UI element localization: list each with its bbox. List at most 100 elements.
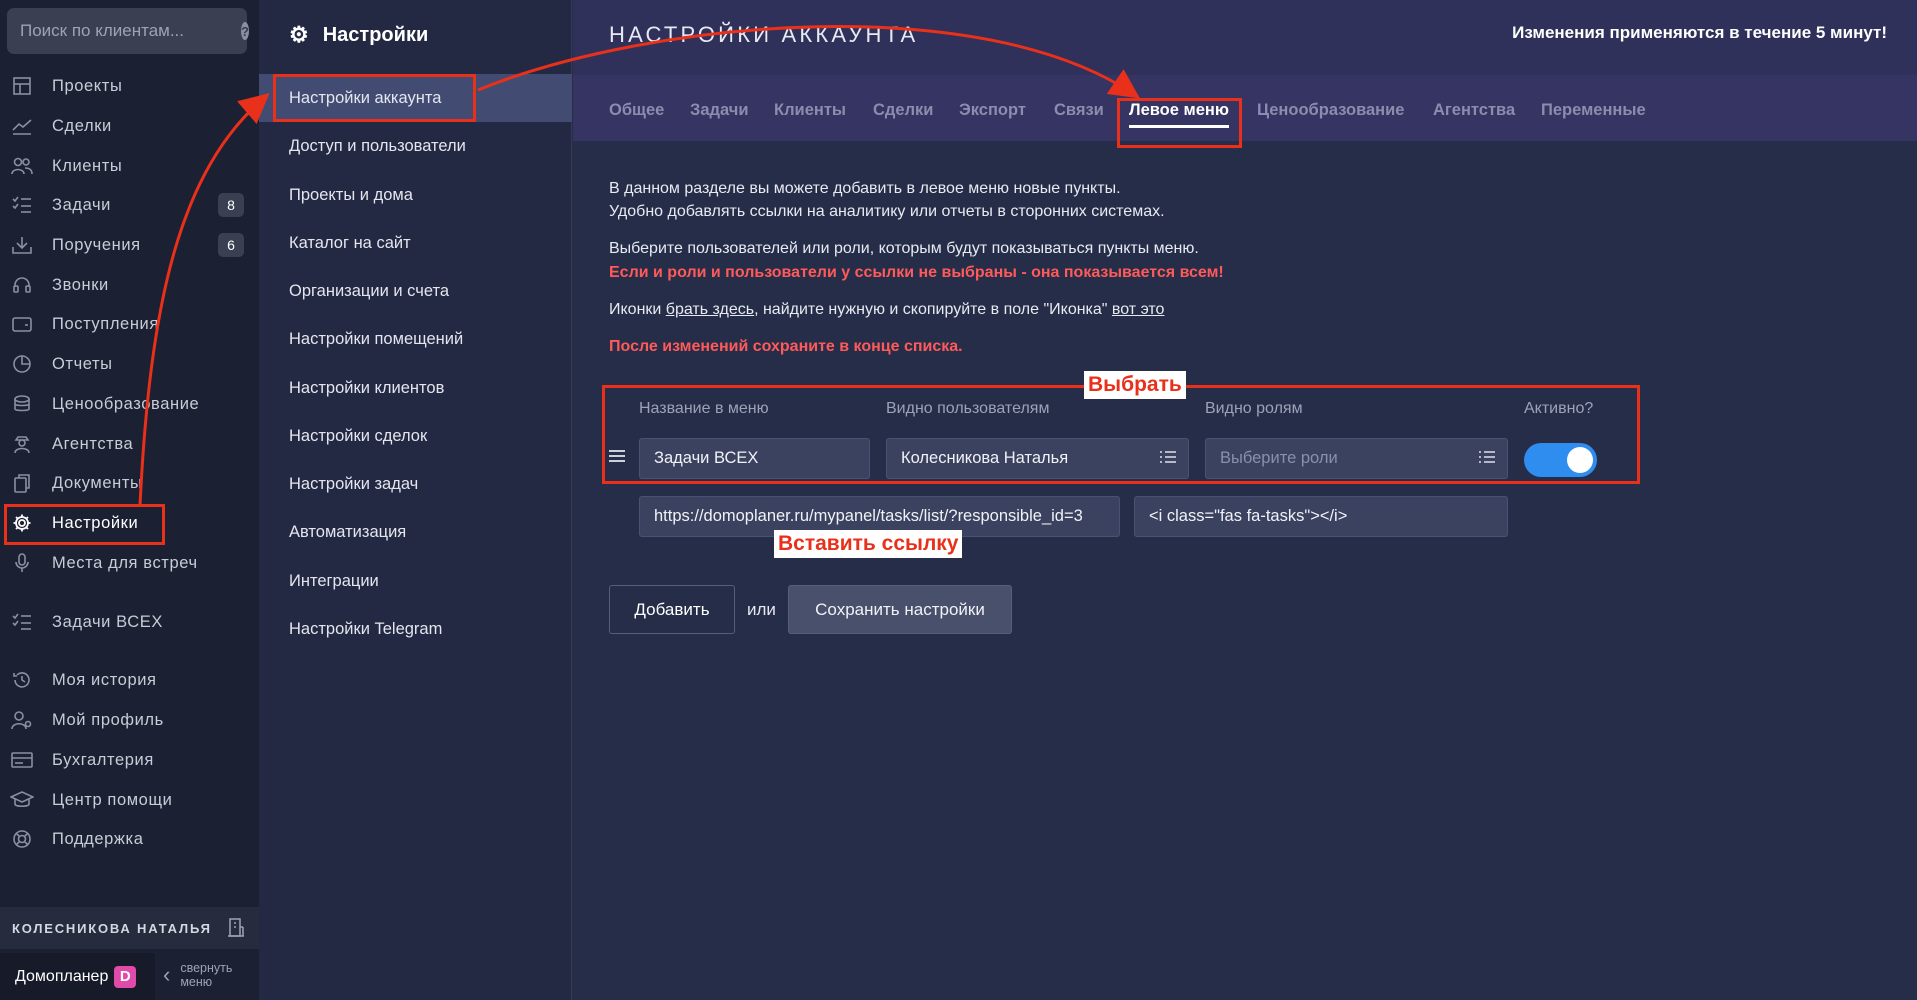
intro-text: Удобно добавлять ссылки на аналитику или…: [609, 203, 1165, 220]
main-content: НАСТРОЙКИ АККАУНТА Изменения применяются…: [573, 0, 1917, 1000]
nav-item-agencies[interactable]: Агентства: [0, 426, 259, 462]
nav-label: Поручения: [52, 235, 141, 254]
graduation-cap-icon: [10, 788, 34, 812]
tab-clients[interactable]: Клиенты: [774, 101, 846, 120]
nav-item-history[interactable]: Моя история: [0, 662, 259, 698]
user-name: КОЛЕСНИКОВА НАТАЛЬЯ: [12, 920, 212, 936]
tab-agencies[interactable]: Агентства: [1433, 101, 1515, 120]
settings-tabs: Общее Задачи Клиенты Сделки Экспорт Связ…: [573, 75, 1917, 141]
intro-text: Выберите пользователей или роли, которым…: [609, 240, 1199, 257]
nav-item-clients[interactable]: Клиенты: [0, 148, 259, 184]
nav-label: Мой профиль: [52, 710, 164, 729]
column-header-active: Активно?: [1524, 400, 1594, 417]
roles-select[interactable]: Выберите роли: [1205, 438, 1508, 479]
settings-header: ⚙ Настройки: [289, 22, 428, 48]
icons-source-link[interactable]: брать здесь: [666, 301, 754, 318]
nav-item-accounting[interactable]: Бухгалтерия: [0, 742, 259, 778]
nav-item-projects[interactable]: Проекты: [0, 68, 259, 104]
column-header-roles: Видно ролям: [1205, 400, 1303, 417]
nav-item-pricing[interactable]: Ценообразование: [0, 386, 259, 422]
nav-item-deals[interactable]: Сделки: [0, 108, 259, 144]
agent-icon: [10, 432, 34, 456]
profile-icon: [10, 708, 34, 732]
save-warning: После изменений сохраните в конце списка…: [609, 338, 963, 355]
nav-item-tasks[interactable]: Задачи 8: [0, 187, 259, 223]
settings-item-telegram[interactable]: Настройки Telegram: [259, 605, 572, 653]
users-select[interactable]: Колесникова Наталья: [886, 438, 1189, 479]
apply-notice: Изменения применяются в течение 5 минут!: [1512, 23, 1887, 42]
tab-variables[interactable]: Переменные: [1541, 101, 1646, 120]
icons-hint: Иконки брать здесь, найдите нужную и ско…: [609, 301, 1164, 319]
nav-label: Ценообразование: [52, 394, 200, 413]
icons-hint-text: , найдите нужную и скопируйте в поле "Ик…: [754, 301, 1112, 318]
building-icon[interactable]: [227, 917, 245, 942]
save-settings-button[interactable]: Сохранить настройки: [788, 585, 1012, 634]
menu-url-input[interactable]: https://domoplaner.ru/mypanel/tasks/list…: [639, 496, 1120, 537]
search-input[interactable]: [20, 21, 241, 41]
list-icon: [1160, 450, 1176, 469]
drag-handle-icon[interactable]: [609, 449, 625, 468]
icons-example-link[interactable]: вот это: [1112, 301, 1165, 318]
nav-item-calls[interactable]: Звонки: [0, 267, 259, 303]
tasks-count-badge: 8: [218, 193, 244, 217]
nav-label: Бухгалтерия: [52, 750, 154, 769]
current-user-bar[interactable]: КОЛЕСНИКОВА НАТАЛЬЯ: [0, 907, 259, 949]
assignments-count-badge: 6: [218, 233, 244, 257]
nav-item-reports[interactable]: Отчеты: [0, 346, 259, 382]
nav-label: Отчеты: [52, 354, 113, 373]
tab-left-menu[interactable]: Левое меню: [1129, 101, 1229, 128]
active-toggle[interactable]: [1524, 443, 1597, 477]
nav-item-support[interactable]: Поддержка: [0, 821, 259, 857]
nav-item-income[interactable]: Поступления: [0, 306, 259, 342]
list-icon: [1479, 450, 1495, 469]
menu-name-input[interactable]: Задачи ВСЕХ: [639, 438, 870, 479]
gears-icon: ⚙: [289, 22, 309, 47]
settings-item-organizations[interactable]: Организации и счета: [259, 267, 572, 315]
settings-item-tasks[interactable]: Настройки задач: [259, 460, 572, 508]
settings-sidebar: ⚙ Настройки Настройки аккаунта Доступ и …: [259, 0, 572, 1000]
help-icon[interactable]: ?: [241, 22, 249, 40]
nav-label: Звонки: [52, 275, 109, 294]
nav-label: Поступления: [52, 314, 159, 333]
settings-item-automation[interactable]: Автоматизация: [259, 508, 572, 556]
settings-title: Настройки: [322, 23, 429, 46]
nav-item-profile[interactable]: Мой профиль: [0, 702, 259, 738]
settings-item-clients[interactable]: Настройки клиентов: [259, 364, 572, 412]
settings-item-catalog[interactable]: Каталог на сайт: [259, 219, 572, 267]
nav-item-assignments[interactable]: Поручения 6: [0, 227, 259, 263]
tab-export[interactable]: Экспорт: [959, 101, 1026, 120]
collapse-label: меню: [180, 975, 213, 989]
settings-item-projects[interactable]: Проекты и дома: [259, 171, 572, 219]
settings-item-account[interactable]: Настройки аккаунта: [259, 74, 572, 122]
page-header: НАСТРОЙКИ АККАУНТА Изменения применяются…: [573, 0, 1917, 75]
column-header-name: Название в меню: [639, 400, 769, 417]
documents-icon: [10, 471, 34, 495]
tab-deals[interactable]: Сделки: [873, 101, 933, 120]
nav-item-all-tasks[interactable]: Задачи ВСЕХ: [0, 604, 259, 640]
users-select-value: Колесникова Наталья: [901, 449, 1069, 467]
settings-item-access[interactable]: Доступ и пользователи: [259, 122, 572, 170]
pie-chart-icon: [10, 352, 34, 376]
add-button[interactable]: Добавить: [609, 585, 735, 634]
tab-tasks[interactable]: Задачи: [690, 101, 748, 120]
nav-item-settings[interactable]: Настройки: [0, 505, 259, 541]
brand-logo-mark: D: [114, 965, 137, 988]
projects-icon: [10, 74, 34, 98]
settings-item-premises[interactable]: Настройки помещений: [259, 315, 572, 363]
tab-general[interactable]: Общее: [609, 101, 664, 120]
menu-icon-input[interactable]: <i class="fas fa-tasks"></i>: [1134, 496, 1508, 537]
tab-pricing[interactable]: Ценообразование: [1257, 101, 1404, 120]
nav-item-meeting-places[interactable]: Места для встреч: [0, 545, 259, 581]
settings-item-integrations[interactable]: Интеграции: [259, 557, 572, 605]
settings-item-deals[interactable]: Настройки сделок: [259, 412, 572, 460]
wallet-icon: [10, 312, 34, 336]
history-icon: [10, 668, 34, 692]
collapse-menu-button[interactable]: ‹ свернуть меню: [163, 961, 232, 989]
brand-bar: Домопланер D ‹ свернуть меню: [0, 953, 259, 1000]
nav-label: Места для встреч: [52, 553, 198, 572]
nav-item-help-center[interactable]: Центр помощи: [0, 782, 259, 818]
nav-item-documents[interactable]: Документы: [0, 465, 259, 501]
brand-logo[interactable]: Домопланер D: [0, 953, 155, 1000]
tab-links[interactable]: Связи: [1054, 101, 1104, 120]
client-search: ?: [7, 8, 249, 54]
